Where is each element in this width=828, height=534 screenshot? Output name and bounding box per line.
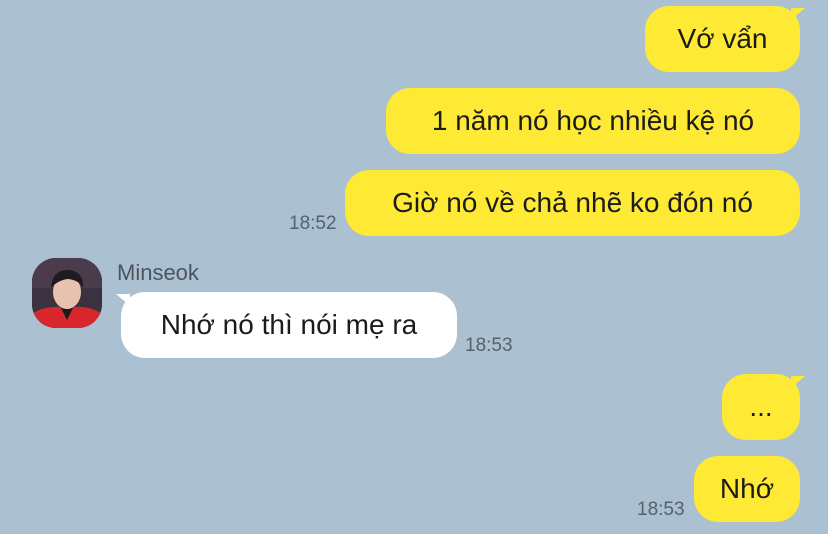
message-text: Vớ vẩn <box>677 23 768 54</box>
chat-area: Vớ vẩn 1 năm nó học nhiều kệ nó Giờ nó v… <box>0 0 828 534</box>
incoming-message-bubble[interactable]: Nhớ nó thì nói mẹ ra <box>116 292 457 358</box>
outgoing-message-bubble[interactable]: 1 năm nó học nhiều kệ nó <box>386 88 800 154</box>
outgoing-message-bubble[interactable]: ... <box>722 374 805 440</box>
avatar[interactable] <box>32 258 102 328</box>
outgoing-message-bubble[interactable]: Giờ nó về chả nhẽ ko đón nó <box>345 170 800 236</box>
message-text: 1 năm nó học nhiều kệ nó <box>431 105 755 136</box>
message-text: Nhớ <box>719 473 775 504</box>
message-timestamp: 18:52 <box>289 213 337 234</box>
message-text: ... <box>749 391 773 422</box>
outgoing-message-bubble[interactable]: Nhớ <box>694 456 800 522</box>
message-text: Giờ nó về chả nhẽ ko đón nó <box>392 187 753 218</box>
avatar-photo-icon <box>32 258 102 328</box>
message-timestamp: 18:53 <box>465 335 513 356</box>
outgoing-message-bubble[interactable]: Vớ vẩn <box>645 6 805 72</box>
message-text: Nhớ nó thì nói mẹ ra <box>160 309 418 340</box>
sender-name: Minseok <box>117 260 199 285</box>
message-timestamp: 18:53 <box>637 499 685 520</box>
